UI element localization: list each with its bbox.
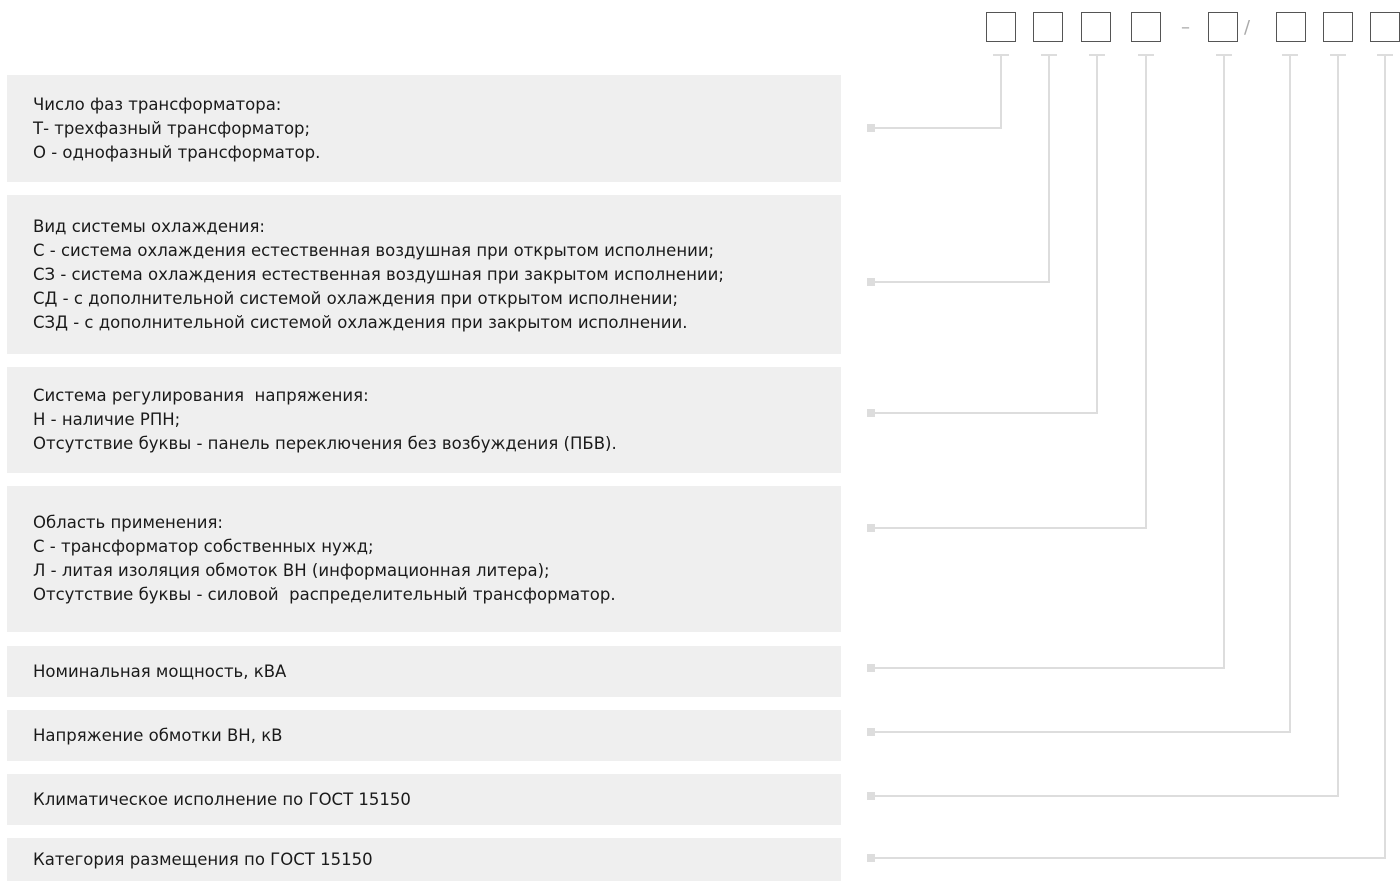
connector-end-marker bbox=[867, 124, 875, 132]
block-heading: Вид системы охлаждения: bbox=[33, 216, 265, 236]
block-line: С - система охлаждения естественная возд… bbox=[33, 240, 715, 260]
block-heading: Климатическое исполнение по ГОСТ 15150 bbox=[33, 789, 411, 809]
connector-3 bbox=[874, 55, 1098, 414]
block-line: СЗД - с дополнительной системой охлажден… bbox=[33, 312, 688, 332]
block-line: О - однофазный трансформатор. bbox=[33, 142, 321, 162]
application-area-block: Область применения: С - трансформатор со… bbox=[7, 486, 841, 632]
block-line: С - трансформатор собственных нужд; bbox=[33, 537, 374, 556]
connector-2 bbox=[874, 55, 1050, 283]
block-line: Т- трехфазный трансформатор; bbox=[33, 118, 311, 138]
block-heading: Номинальная мощность, кВА bbox=[33, 661, 287, 681]
block-line: Отсутствие буквы - панель переключения б… bbox=[33, 434, 617, 453]
block-heading: Система регулирования напряжения: bbox=[33, 386, 369, 405]
connector-end-marker bbox=[867, 792, 875, 800]
block-line: СЗ - система охлаждения естественная воз… bbox=[33, 264, 724, 284]
block-heading: Напряжение обмотки ВН, кВ bbox=[33, 725, 283, 745]
placement-category-block: Категория размещения по ГОСТ 15150 bbox=[7, 838, 841, 881]
rated-power-block: Номинальная мощность, кВА bbox=[7, 646, 841, 697]
connector-8 bbox=[874, 55, 1386, 859]
voltage-regulation-block: Система регулирования напряжения: Н - на… bbox=[7, 367, 841, 473]
block-line: Н - наличие РПН; bbox=[33, 410, 181, 429]
cooling-system-block: Вид системы охлаждения: С - система охла… bbox=[7, 195, 841, 354]
connector-end-marker bbox=[867, 278, 875, 286]
connector-7 bbox=[874, 55, 1339, 797]
connector-4 bbox=[874, 55, 1147, 529]
block-line: Л - литая изоляция обмоток ВН (информаци… bbox=[33, 561, 550, 580]
connector-end-marker bbox=[867, 409, 875, 417]
phase-count-block: Число фаз трансформатора: Т- трехфазный … bbox=[7, 75, 841, 182]
block-heading: Категория размещения по ГОСТ 15150 bbox=[33, 849, 373, 869]
block-heading: Число фаз трансформатора: bbox=[33, 94, 282, 114]
climatic-version-block: Климатическое исполнение по ГОСТ 15150 bbox=[7, 774, 841, 825]
block-heading: Область применения: bbox=[33, 513, 223, 532]
connector-end-marker bbox=[867, 664, 875, 672]
block-line: СД - с дополнительной системой охлаждени… bbox=[33, 288, 679, 308]
block-line: Отсутствие буквы - силовой распределител… bbox=[33, 585, 616, 604]
connector-6 bbox=[874, 55, 1291, 733]
connector-end-marker bbox=[867, 524, 875, 532]
hv-voltage-block: Напряжение обмотки ВН, кВ bbox=[7, 710, 841, 761]
connector-end-marker bbox=[867, 854, 875, 862]
connector-1 bbox=[874, 55, 1002, 129]
connector-end-marker bbox=[867, 728, 875, 736]
